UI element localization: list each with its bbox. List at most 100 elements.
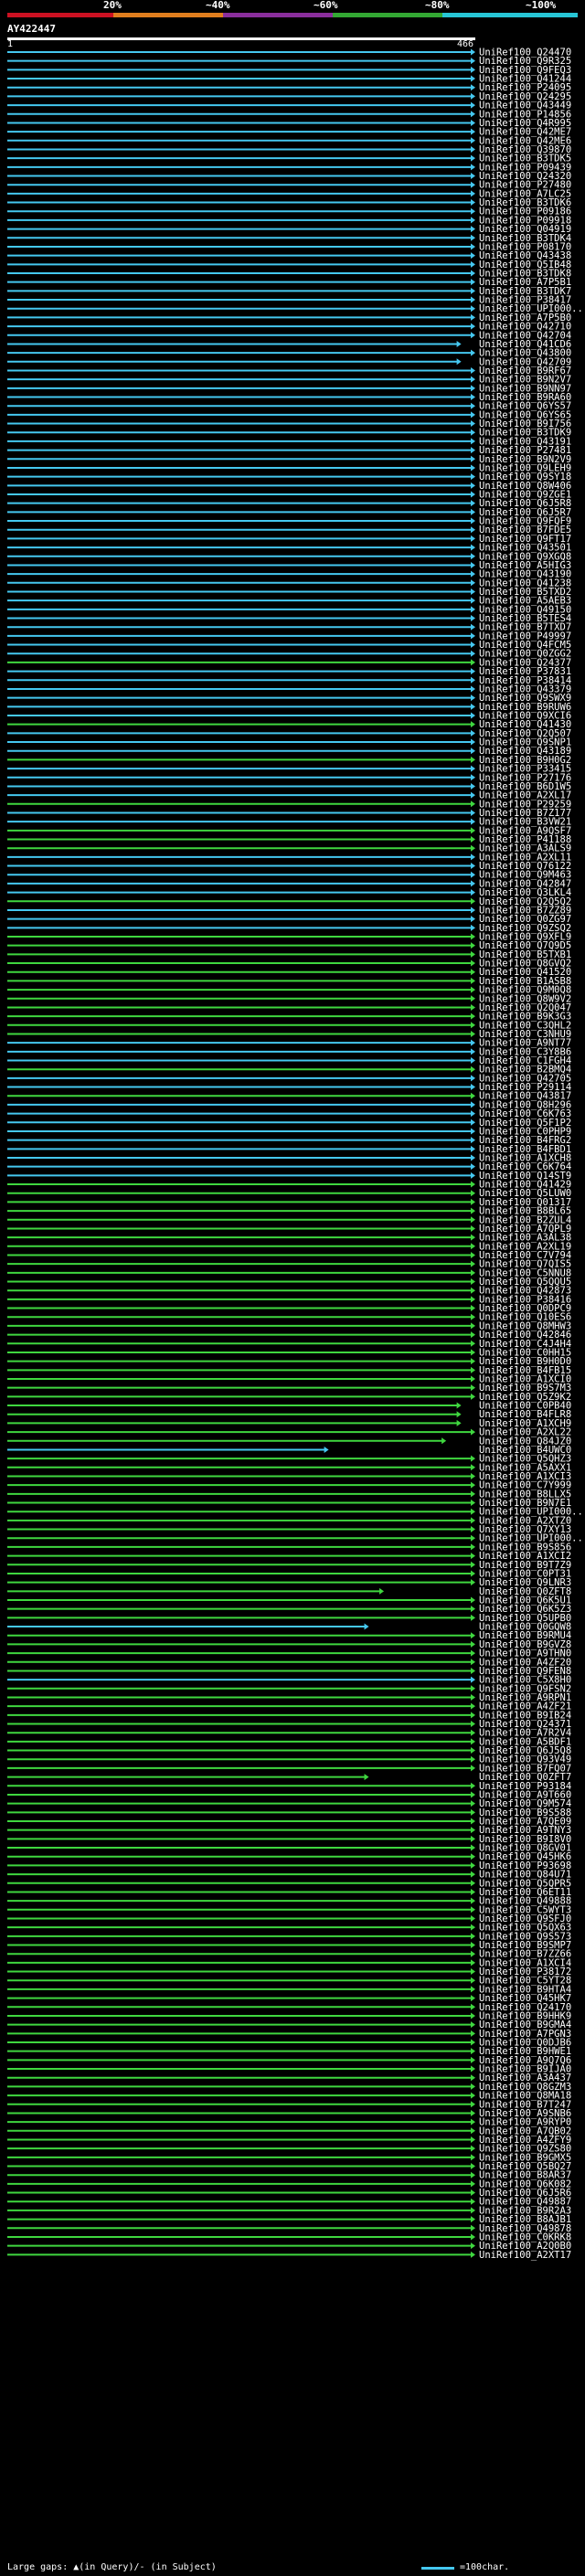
hit-arrowhead — [471, 1614, 475, 1621]
hit-arrowhead — [471, 2083, 475, 2090]
hit-arrowhead — [471, 782, 475, 790]
hit-arrowhead — [471, 1659, 475, 1666]
hit-arrowhead — [471, 217, 475, 224]
hit-arrowhead — [471, 1305, 475, 1312]
hit-arrowhead — [471, 323, 475, 330]
hit-arrowhead — [471, 1738, 475, 1745]
hit-arrowhead — [471, 827, 475, 834]
hit-arrowhead — [471, 1287, 475, 1294]
hit-arrowhead — [471, 1800, 475, 1807]
hit-arrowhead — [441, 1437, 447, 1445]
hit-arrowhead — [471, 1234, 475, 1241]
hit-arrowhead — [471, 995, 475, 1002]
hit-arrowhead — [379, 1587, 385, 1595]
hit-arrowhead — [471, 1260, 475, 1267]
hit-arrowhead — [471, 1393, 475, 1400]
hit-arrowhead — [324, 1446, 329, 1453]
hit-arrowhead — [471, 1464, 475, 1471]
hit-arrowhead — [471, 694, 475, 702]
hit-arrowhead — [471, 1827, 475, 1834]
hit-arrowhead — [471, 632, 475, 640]
hit-arrowhead — [471, 1269, 475, 1277]
hit-arrowhead — [471, 685, 475, 693]
hit-arrowhead — [471, 977, 475, 984]
hit-arrowhead — [471, 2154, 475, 2161]
hit-arrowhead — [471, 2216, 475, 2223]
hit-arrowhead — [471, 1853, 475, 1860]
hit-arrowhead — [471, 2251, 475, 2258]
hit-arrowhead — [471, 597, 475, 604]
hit-arrowhead — [471, 906, 475, 914]
hit-arrowhead — [471, 1110, 475, 1118]
hit-arrowhead — [471, 1755, 475, 1763]
hit-arrowhead — [456, 1419, 462, 1426]
hit-arrowhead — [471, 1906, 475, 1913]
hit-arrowhead — [471, 1721, 475, 1728]
hit-arrowhead — [471, 92, 475, 100]
hit-arrowhead — [471, 1844, 475, 1851]
hit-arrowhead — [471, 1171, 475, 1179]
hit-arrowhead — [471, 1039, 475, 1046]
hit-arrowhead — [471, 313, 475, 321]
hit-arrowhead — [471, 1818, 475, 1825]
hit-arrowhead — [471, 1022, 475, 1029]
hit-arrowhead — [471, 1216, 475, 1224]
hit-arrowhead — [471, 385, 475, 392]
hit-arrowhead — [471, 2003, 475, 2010]
hit-arrowhead — [471, 924, 475, 931]
hit-arrowhead — [471, 1632, 475, 1639]
hit-arrowhead — [471, 2074, 475, 2082]
hit-arrowhead — [471, 1190, 475, 1197]
hit-arrowhead — [471, 2101, 475, 2108]
hit-arrowhead — [471, 1579, 475, 1586]
hit-arrowhead — [471, 1606, 475, 1613]
hit-arrowhead — [471, 1685, 475, 1692]
hit-arrowhead — [471, 2207, 475, 2214]
hit-arrowhead — [456, 1402, 462, 1409]
hit-arrowhead — [471, 2065, 475, 2072]
hit-arrowhead — [471, 1472, 475, 1479]
hit-arrowhead — [471, 2092, 475, 2099]
hit-arrowhead — [471, 2163, 475, 2170]
hit-arrowhead — [471, 916, 475, 923]
hit-arrowhead — [471, 1145, 475, 1152]
hit-arrowhead — [471, 1712, 475, 1719]
hit-label[interactable]: UniRef100_A2XT17 — [479, 2250, 571, 2261]
hit-arrowhead — [471, 181, 475, 188]
hit-arrowhead — [471, 950, 475, 958]
hit-arrowhead — [471, 111, 475, 118]
hit-arrowhead — [471, 1640, 475, 1648]
hit-arrowhead — [471, 1181, 475, 1188]
hit-arrowhead — [471, 1500, 475, 1507]
hit-arrowhead — [471, 659, 475, 666]
hit-arrowhead — [471, 818, 475, 825]
hit-arrowhead — [471, 1340, 475, 1347]
hit-arrowhead — [364, 1774, 369, 1781]
hit-arrowhead — [471, 376, 475, 383]
hit-arrowhead — [471, 1561, 475, 1568]
hit-arrowhead — [471, 154, 475, 162]
hit-arrowhead — [471, 721, 475, 728]
hit-arrowhead — [471, 2109, 475, 2116]
hit-arrowhead — [471, 1942, 475, 1949]
hit-arrowhead — [471, 270, 475, 277]
hit-arrowhead — [471, 287, 475, 294]
hit-arrowhead — [471, 438, 475, 445]
hit-arrowhead — [471, 561, 475, 568]
hit-arrowhead — [471, 128, 475, 135]
hit-arrowhead — [456, 1411, 462, 1418]
hit-arrowhead — [471, 668, 475, 675]
hit-arrowhead — [471, 75, 475, 82]
hit-arrowhead — [471, 1349, 475, 1356]
hit-arrowhead — [471, 420, 475, 428]
hit-arrowhead — [471, 579, 475, 587]
hit-arrowhead — [471, 623, 475, 631]
hit-arrowhead — [471, 1596, 475, 1604]
hit-arrowhead — [471, 1118, 475, 1126]
hit-arrowhead — [471, 2189, 475, 2197]
hit-arrowhead — [471, 1861, 475, 1869]
hit-arrowhead — [471, 1313, 475, 1320]
hit-arrowhead — [471, 863, 475, 870]
hit-arrowhead — [471, 101, 475, 109]
hit-arrowhead — [471, 2233, 475, 2241]
